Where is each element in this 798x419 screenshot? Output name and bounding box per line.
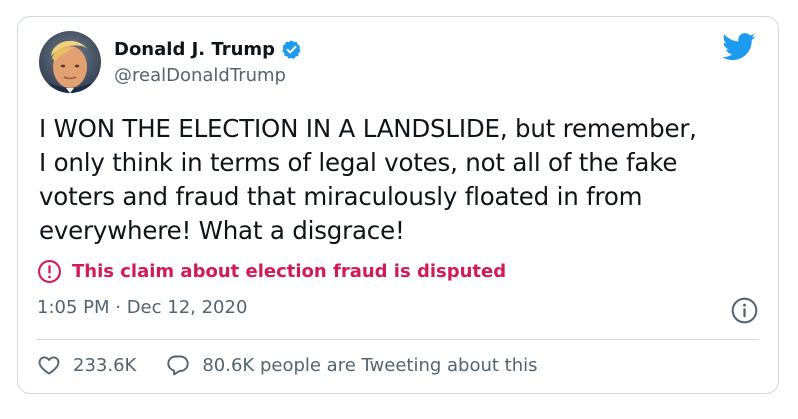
info-icon[interactable] (731, 297, 758, 324)
avatar[interactable] (39, 31, 101, 93)
heart-icon[interactable] (37, 353, 61, 377)
divider (37, 339, 759, 340)
tweet-text-line: I only think in terms of legal votes, no… (39, 148, 678, 177)
tweet-text-line: voters and fraud that miraculously float… (39, 182, 643, 211)
twitter-bird-icon[interactable] (722, 33, 756, 61)
exclamation-circle-icon (38, 260, 61, 283)
tweet-text-line: I WON THE ELECTION IN A LANDSLIDE, but r… (39, 114, 697, 143)
verified-badge-icon (282, 40, 301, 59)
reply-action[interactable]: 80.6K people are Tweeting about this (166, 353, 538, 377)
disputed-claim-notice[interactable]: This claim about election fraud is dispu… (37, 259, 506, 284)
speech-bubble-icon[interactable] (166, 353, 190, 377)
disputed-claim-label[interactable]: This claim about election fraud is dispu… (72, 261, 506, 282)
tweet-text-line: everywhere! What a disgrace! (39, 216, 405, 245)
tweet-timestamp[interactable]: 1:05 PM · Dec 12, 2020 (37, 297, 247, 318)
tweet-card[interactable]: Donald J. Trump @realDonaldTrump I WON T… (17, 16, 779, 394)
tweet-text: I WON THE ELECTION IN A LANDSLIDE, but r… (39, 112, 759, 248)
like-count[interactable]: 233.6K (73, 355, 136, 376)
reply-summary[interactable]: 80.6K people are Tweeting about this (202, 355, 537, 376)
author-handle[interactable]: @realDonaldTrump (114, 65, 286, 86)
author-name-row[interactable]: Donald J. Trump (114, 39, 302, 60)
tweet-stats: 233.6K 80.6K people are Tweeting about t… (37, 353, 538, 377)
like-action[interactable]: 233.6K (37, 353, 136, 377)
author-display-name[interactable]: Donald J. Trump (114, 39, 275, 60)
